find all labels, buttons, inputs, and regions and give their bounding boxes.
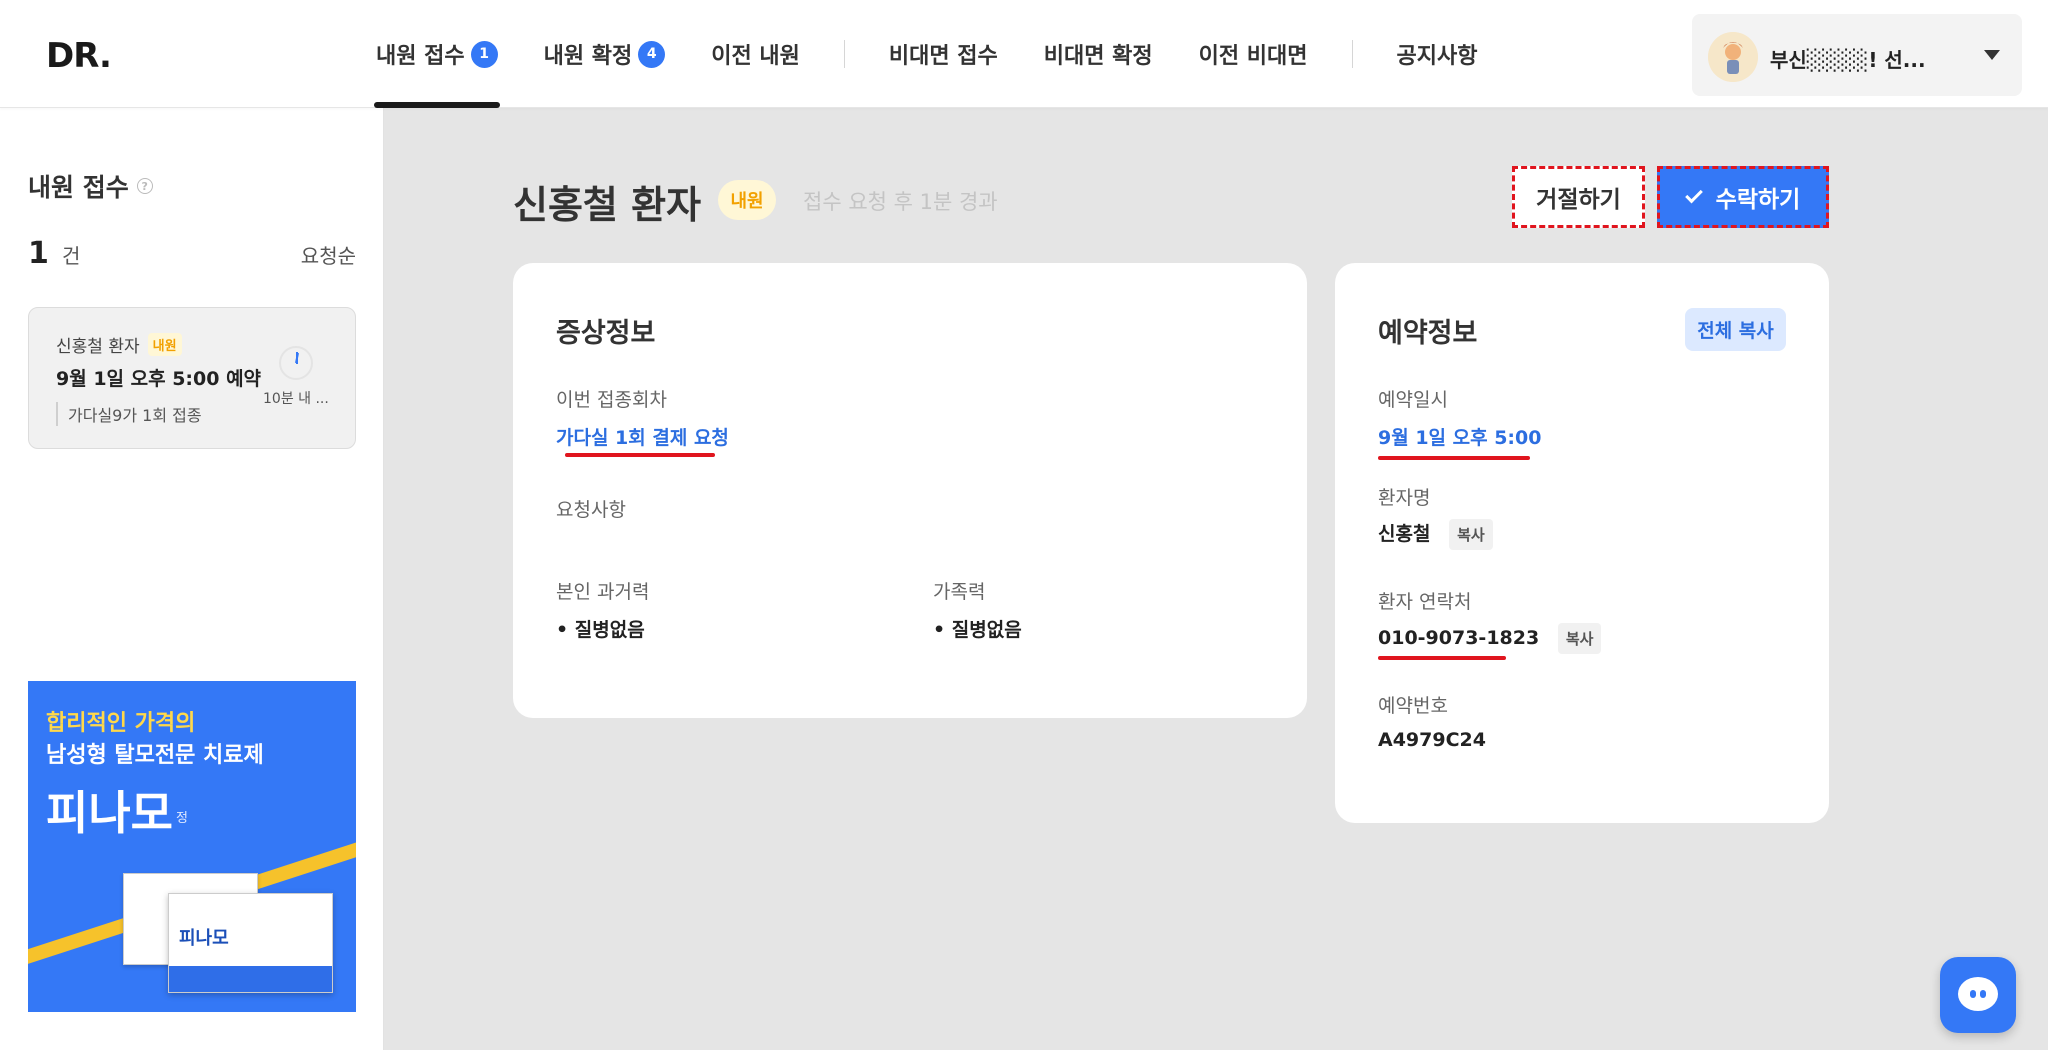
product-box-stripe — [169, 966, 332, 992]
tab-label: 이전 비대면 — [1198, 44, 1308, 69]
main-nav: 내원 접수 1 내원 확정 4 이전 내원 비대면 접수 비대면 확정 이전 비… — [374, 0, 1521, 108]
name-row: 신홍철 복사 — [1378, 519, 1493, 550]
highlight-underline — [1378, 656, 1506, 660]
copy-all-button[interactable]: 전체 복사 — [1685, 308, 1786, 351]
user-name: 부신░░░░! 선... — [1770, 48, 1926, 72]
reject-label: 거절하기 — [1536, 187, 1621, 213]
datetime-value: 9월 1일 오후 5:00 — [1378, 427, 1542, 449]
reservation-title: 예약정보 — [1378, 318, 1478, 349]
count-badge: 1 — [470, 40, 498, 68]
family-value: • 질병없음 — [933, 619, 1022, 641]
family-label: 가족력 — [933, 581, 986, 603]
sort-button[interactable]: 요청순 — [301, 240, 356, 269]
accept-button[interactable]: 수락하기 — [1657, 166, 1829, 228]
ad-subheadline: 남성형 탈모전문 치료제 — [46, 743, 264, 768]
help-icon[interactable]: ? — [136, 178, 153, 194]
count-unit: 건 — [61, 244, 81, 268]
visit-tag: 내원 — [147, 333, 182, 356]
card-elapsed: 10분 내 ... — [263, 391, 329, 407]
tab-visit-confirmed[interactable]: 내원 확정 4 — [542, 0, 668, 108]
chat-icon — [1958, 977, 1998, 1011]
elapsed-status: 접수 요청 후 1분 경과 — [803, 190, 998, 214]
timer-icon — [279, 346, 313, 380]
tab-label: 공지사항 — [1396, 44, 1478, 69]
symptom-card: 증상정보 이번 접종회차 가다실 1회 결제 요청 요청사항 본인 과거력 • … — [513, 263, 1307, 718]
avatar — [1708, 32, 1758, 82]
card-reservation-date: 9월 1일 오후 5:00 예약 — [56, 368, 262, 390]
tab-remote-confirmed[interactable]: 비대면 확정 — [1042, 0, 1155, 108]
logo[interactable]: DR. — [46, 36, 112, 76]
accept-label: 수락하기 — [1715, 187, 1801, 213]
history-value: • 질병없음 — [556, 619, 645, 641]
symptom-title: 증상정보 — [556, 318, 656, 349]
patient-name-value: 신홍철 — [1378, 523, 1431, 545]
product-box-image: 피나모 — [168, 893, 333, 993]
reject-button[interactable]: 거절하기 — [1512, 166, 1645, 228]
nav-divider — [1351, 40, 1353, 68]
tab-remote-reception[interactable]: 비대면 접수 — [887, 0, 1000, 108]
dose-label: 이번 접종회차 — [556, 389, 667, 411]
history-label: 본인 과거력 — [556, 581, 650, 603]
reservation-card: 예약정보 전체 복사 예약일시 9월 1일 오후 5:00 환자명 신홍철 복사… — [1335, 263, 1829, 823]
phone-label: 환자 연락처 — [1378, 591, 1472, 613]
nav-divider — [843, 40, 845, 68]
tab-label: 내원 접수 — [376, 44, 465, 69]
name-label: 환자명 — [1378, 487, 1431, 509]
tab-label: 내원 확정 — [543, 44, 633, 69]
tab-previous-visit[interactable]: 이전 내원 — [709, 0, 802, 108]
copy-name-button[interactable]: 복사 — [1449, 519, 1493, 550]
sidebar: 내원 접수 ? 1 건 요청순 신홍철 환자 내원 9월 1일 오후 5:00 … — [0, 108, 384, 1050]
highlight-underline — [565, 453, 715, 457]
tab-label: 비대면 확정 — [1043, 44, 1153, 69]
tab-label: 이전 내원 — [711, 44, 800, 69]
chat-button[interactable] — [1940, 957, 2016, 1033]
request-label: 요청사항 — [556, 499, 626, 521]
product-label: 피나모 — [179, 928, 229, 949]
tab-label: 비대면 접수 — [888, 44, 998, 69]
ad-banner[interactable]: 합리적인 가격의 남성형 탈모전문 치료제 피나모 정 피나모 — [28, 681, 356, 1012]
card-vaccine: 가다실9가 1회 접종 — [56, 402, 202, 426]
count-number: 1 — [28, 236, 49, 271]
phone-value: 010-9073-1823 — [1378, 627, 1540, 649]
sidebar-title-text: 내원 접수 — [28, 173, 129, 202]
dose-value: 가다실 1회 결제 요청 — [556, 427, 729, 449]
ad-brand: 피나모 — [46, 786, 173, 840]
top-header: DR. 내원 접수 1 내원 확정 4 이전 내원 비대면 접수 비대면 확정 … — [0, 0, 2048, 108]
copy-phone-button[interactable]: 복사 — [1557, 623, 1602, 654]
tab-previous-remote[interactable]: 이전 비대면 — [1197, 0, 1310, 108]
user-menu[interactable]: 부신░░░░! 선... — [1692, 14, 2022, 96]
request-count: 1 건 — [28, 236, 80, 271]
card-name-text: 신홍철 환자 — [56, 337, 140, 357]
card-patient-name: 신홍철 환자 내원 — [56, 332, 182, 357]
highlight-underline — [1378, 456, 1530, 460]
sidebar-title: 내원 접수 ? — [28, 168, 153, 204]
ad-brand-sub: 정 — [176, 811, 188, 826]
phone-row: 010-9073-1823 복사 — [1378, 623, 1602, 654]
ad-headline: 합리적인 가격의 — [46, 711, 196, 736]
tab-visit-reception[interactable]: 내원 접수 1 — [374, 0, 500, 108]
chevron-down-icon[interactable] — [1984, 50, 2000, 60]
patient-request-card[interactable]: 신홍철 환자 내원 9월 1일 오후 5:00 예약 가다실9가 1회 접종 1… — [28, 307, 356, 449]
datetime-label: 예약일시 — [1378, 389, 1448, 411]
count-badge: 4 — [638, 40, 666, 68]
reservation-number-label: 예약번호 — [1378, 695, 1448, 717]
count-row: 1 건 요청순 — [28, 236, 356, 271]
reservation-number-value: A4979C24 — [1378, 729, 1486, 751]
check-icon — [1684, 185, 1703, 203]
patient-title: 신홍철 환자 — [513, 183, 702, 227]
visit-tag: 내원 — [718, 180, 776, 220]
tab-notices[interactable]: 공지사항 — [1395, 0, 1480, 108]
